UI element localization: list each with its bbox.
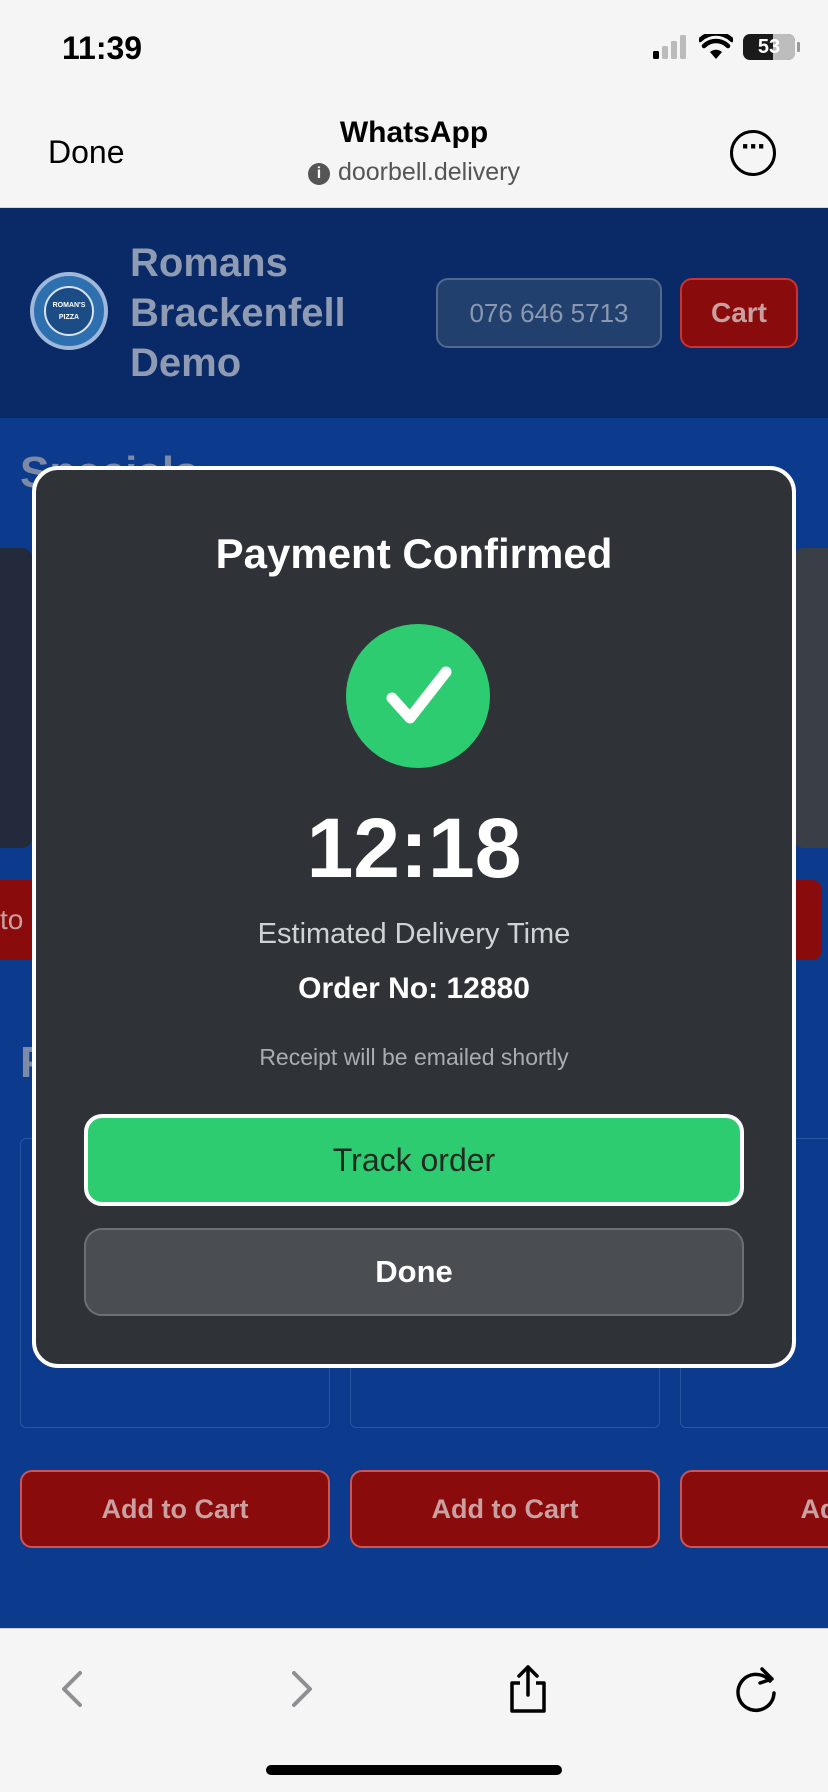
checkmark-icon bbox=[386, 666, 452, 724]
add-to-cart-button[interactable]: Add t bbox=[680, 1470, 828, 1548]
product-image[interactable] bbox=[0, 548, 32, 848]
more-icon[interactable]: ··· bbox=[730, 130, 776, 176]
delivery-time: 12:18 bbox=[306, 801, 522, 895]
status-icons: 53 bbox=[653, 34, 800, 60]
done-button[interactable]: Done bbox=[84, 1228, 744, 1316]
status-bar: 11:39 53 bbox=[0, 0, 828, 100]
back-icon[interactable] bbox=[44, 1659, 104, 1719]
signal-icon bbox=[653, 35, 686, 59]
track-order-button[interactable]: Track order bbox=[84, 1114, 744, 1206]
forward-icon[interactable] bbox=[270, 1659, 330, 1719]
share-icon[interactable] bbox=[498, 1659, 558, 1719]
order-number: Order No: 12880 bbox=[298, 972, 530, 1005]
home-indicator bbox=[266, 1765, 562, 1775]
site-header: ROMAN'S PIZZA Romans Brackenfell Demo 07… bbox=[0, 208, 828, 418]
estimated-delivery-label: Estimated Delivery Time bbox=[257, 918, 571, 950]
payment-confirmed-modal: Payment Confirmed 12:18 Estimated Delive… bbox=[32, 466, 796, 1368]
site-name: Romans Brackenfell Demo bbox=[130, 241, 346, 385]
browser-url[interactable]: i doorbell.delivery bbox=[0, 158, 828, 187]
logo: ROMAN'S PIZZA bbox=[30, 272, 108, 350]
browser-title: WhatsApp bbox=[339, 116, 489, 149]
info-icon[interactable]: i bbox=[307, 163, 330, 185]
browser-header: Done WhatsApp i doorbell.delivery ··· bbox=[0, 100, 828, 208]
battery-level: 53 bbox=[757, 36, 781, 58]
add-to-cart-button[interactable]: Add to Cart bbox=[350, 1470, 660, 1548]
add-to-cart-button[interactable]: Add to Cart bbox=[20, 1470, 330, 1548]
battery-icon: 53 bbox=[743, 34, 800, 60]
product-image[interactable] bbox=[794, 548, 828, 848]
receipt-note: Receipt will be emailed shortly bbox=[259, 1044, 569, 1070]
cart-button[interactable]: Cart bbox=[680, 278, 798, 348]
phone-button[interactable]: 076 646 5713 bbox=[436, 278, 662, 348]
status-time: 11:39 bbox=[62, 30, 143, 66]
reload-icon[interactable] bbox=[726, 1659, 786, 1719]
success-badge bbox=[346, 624, 490, 768]
modal-title: Payment Confirmed bbox=[215, 530, 613, 577]
url-text: doorbell.delivery bbox=[337, 158, 521, 186]
logo-text: ROMAN'S PIZZA bbox=[44, 286, 94, 336]
wifi-icon bbox=[699, 34, 733, 59]
